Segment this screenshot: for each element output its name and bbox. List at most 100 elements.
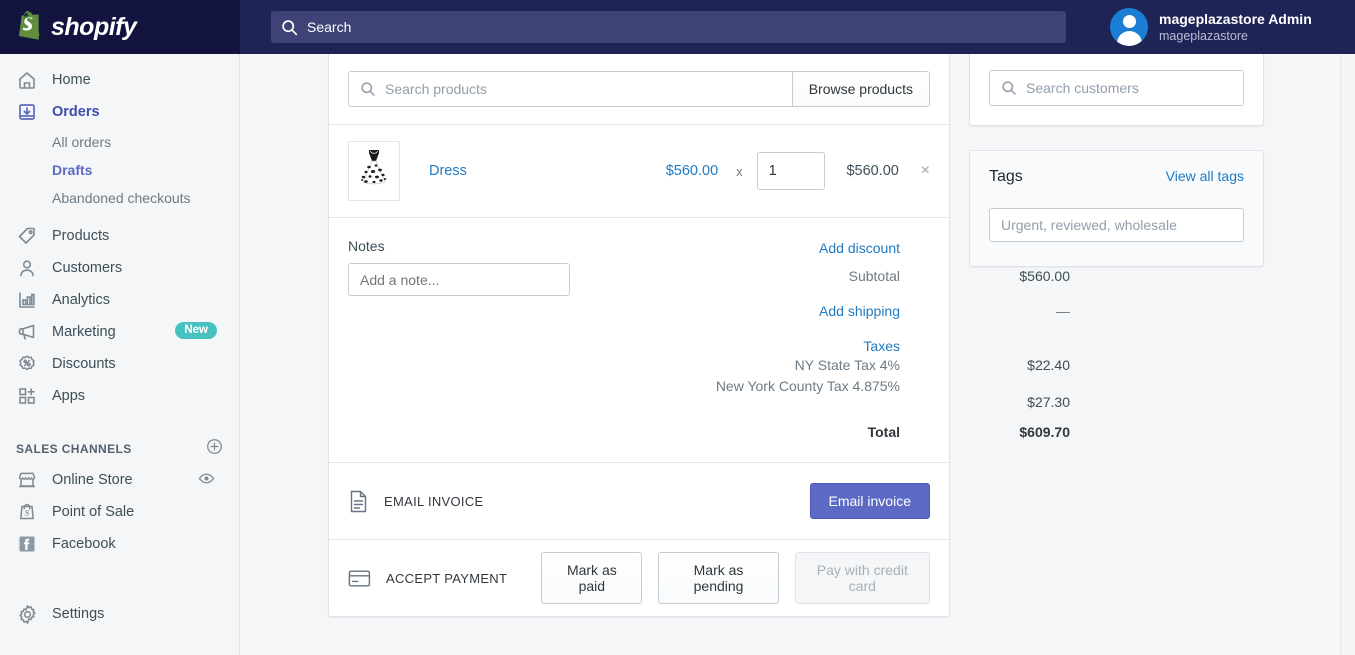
global-search-wrapper: Search: [271, 11, 1066, 43]
sidebar-item-settings[interactable]: Settings: [0, 598, 239, 630]
account-name: mageplazastore Admin: [1159, 10, 1312, 27]
taxes-link[interactable]: Taxes: [570, 338, 900, 354]
global-search-placeholder: Search: [307, 19, 352, 35]
sidebar-item-online-store[interactable]: Online Store: [0, 464, 239, 496]
sidebar-item-marketing[interactable]: Marketing New: [0, 316, 239, 348]
sidebar-item-products[interactable]: Products: [0, 220, 239, 252]
ny-state-tax-value: $22.40: [1027, 357, 1070, 373]
sidebar-item-label: Customers: [52, 260, 123, 276]
add-sales-channel-button[interactable]: [206, 438, 223, 460]
sidebar-subitem-drafts[interactable]: Drafts: [0, 156, 239, 184]
megaphone-icon: [16, 321, 38, 343]
sidebar-item-label: Products: [52, 228, 110, 244]
subtotal-label: Subtotal: [848, 268, 900, 284]
email-invoice-section: EMAIL INVOICE Email invoice: [329, 463, 949, 540]
add-discount-link[interactable]: Add discount: [570, 240, 900, 256]
totals-row-total: Total $609.70: [570, 424, 1070, 440]
top-bar: shopify Search mageplazastore Admin mage…: [0, 0, 1355, 54]
sidebar-item-label: Home: [52, 72, 91, 88]
product-search-placeholder: Search products: [385, 81, 487, 97]
total-label: Total: [867, 424, 900, 440]
add-shipping-link[interactable]: Add shipping: [570, 303, 900, 319]
notes-and-totals-section: Notes Add discount — Subtotal $560.00 Ad…: [329, 218, 1070, 463]
apps-icon: [16, 385, 38, 407]
pay-with-credit-card-button: Pay with credit card: [794, 552, 931, 604]
payment-buttons: Mark as paid Mark as pending Pay with cr…: [541, 552, 931, 604]
email-invoice-label: EMAIL INVOICE: [384, 493, 484, 509]
total-value: $609.70: [1019, 424, 1070, 440]
sidebar-item-label: Marketing: [52, 324, 116, 340]
sidebar-item-apps[interactable]: Apps: [0, 380, 239, 412]
sidebar-item-facebook[interactable]: Facebook: [0, 528, 239, 560]
quantity-input[interactable]: [756, 152, 825, 190]
shopify-wordmark: shopify: [51, 12, 137, 41]
county-tax-label: New York County Tax 4.875%: [715, 378, 900, 394]
browse-products-button[interactable]: Browse products: [791, 71, 930, 107]
tags-placeholder: Urgent, reviewed, wholesale: [1001, 217, 1177, 233]
email-invoice-button[interactable]: Email invoice: [809, 483, 930, 519]
totals-column: Add discount — Subtotal $560.00 Add ship…: [570, 238, 1070, 440]
sidebar-item-discounts[interactable]: Discounts: [0, 348, 239, 380]
page-scrollbar[interactable]: [1340, 54, 1355, 655]
subtotal-value: $560.00: [1019, 268, 1070, 284]
store-icon: [16, 469, 38, 491]
sidebar-item-orders[interactable]: Orders: [0, 96, 239, 128]
customer-search-placeholder: Search customers: [1026, 80, 1139, 96]
accept-payment-label: ACCEPT PAYMENT: [386, 570, 508, 586]
account-store: mageplazastore: [1159, 28, 1248, 43]
sales-channels-label: SALES CHANNELS: [16, 442, 132, 456]
sales-channels-header: SALES CHANNELS: [0, 434, 239, 464]
sidebar-subitem-label: All orders: [52, 134, 112, 150]
invoice-document-icon: [348, 490, 369, 513]
totals-row-ny-state-tax: NY State Tax 4% $22.40: [570, 357, 1070, 373]
sidebar-item-label: Online Store: [52, 472, 133, 488]
sidebar-item-label: Point of Sale: [52, 504, 135, 520]
county-tax-value: $27.30: [1027, 394, 1070, 410]
account-menu[interactable]: mageplazastore Admin mageplazastore: [1110, 0, 1328, 54]
sidebar-item-label: Analytics: [52, 292, 111, 308]
sidebar-item-label: Apps: [52, 388, 86, 404]
mark-as-pending-button[interactable]: Mark as pending: [658, 552, 779, 604]
orders-icon: [16, 101, 38, 123]
tags-input[interactable]: Urgent, reviewed, wholesale: [989, 208, 1244, 242]
shopify-bag-icon: [19, 11, 40, 40]
view-online-store-icon[interactable]: [198, 470, 215, 492]
sidebar-item-label: Discounts: [52, 356, 116, 372]
facebook-icon: [16, 533, 38, 555]
view-all-tags-link[interactable]: View all tags: [1166, 168, 1244, 184]
sidebar-subitem-label: Abandoned checkouts: [52, 190, 191, 206]
shopify-logo[interactable]: shopify: [0, 0, 240, 54]
accept-payment-section: ACCEPT PAYMENT Mark as paid Mark as pend…: [329, 540, 949, 616]
line-items-section: Dress $560.00 x $560.00 ×: [329, 125, 949, 218]
sidebar-item-home[interactable]: Home: [0, 64, 239, 96]
note-input[interactable]: [348, 263, 570, 296]
totals-row-county-tax: New York County Tax 4.875% $27.30: [570, 378, 1070, 410]
sidebar-item-analytics[interactable]: Analytics: [0, 284, 239, 316]
sidebar-subitem-abandoned-checkouts[interactable]: Abandoned checkouts: [0, 184, 239, 212]
sidebar-item-customers[interactable]: Customers: [0, 252, 239, 284]
sidebar-item-label: Orders: [52, 104, 100, 120]
pos-icon: S: [16, 501, 38, 523]
tags-card: Tags View all tags Urgent, reviewed, who…: [969, 150, 1264, 267]
line-total: $560.00: [846, 163, 899, 179]
sidebar: Home Orders All orders Drafts Abandoned …: [0, 54, 240, 655]
remove-line-item-icon[interactable]: ×: [921, 162, 930, 180]
product-thumbnail[interactable]: [348, 141, 400, 201]
global-search-input[interactable]: Search: [271, 11, 1066, 43]
sidebar-item-label: Facebook: [52, 536, 116, 552]
line-item-row: Dress $560.00 x $560.00 ×: [329, 125, 949, 217]
tag-icon: [16, 225, 38, 247]
bar-chart-icon: [16, 289, 38, 311]
sidebar-item-point-of-sale[interactable]: S Point of Sale: [0, 496, 239, 528]
marketing-new-badge: New: [175, 322, 217, 339]
person-icon: [16, 257, 38, 279]
sidebar-subitem-all-orders[interactable]: All orders: [0, 128, 239, 156]
product-search-input[interactable]: Search products: [348, 71, 792, 107]
shipping-value: —: [1056, 303, 1070, 319]
customer-search-input[interactable]: Search customers: [989, 70, 1244, 106]
product-name-link[interactable]: Dress: [429, 163, 666, 179]
multiply-symbol: x: [736, 163, 743, 179]
search-icon: [281, 19, 298, 36]
mark-as-paid-button[interactable]: Mark as paid: [541, 552, 643, 604]
main-content: Search products Browse products Dress $5…: [241, 54, 1355, 655]
